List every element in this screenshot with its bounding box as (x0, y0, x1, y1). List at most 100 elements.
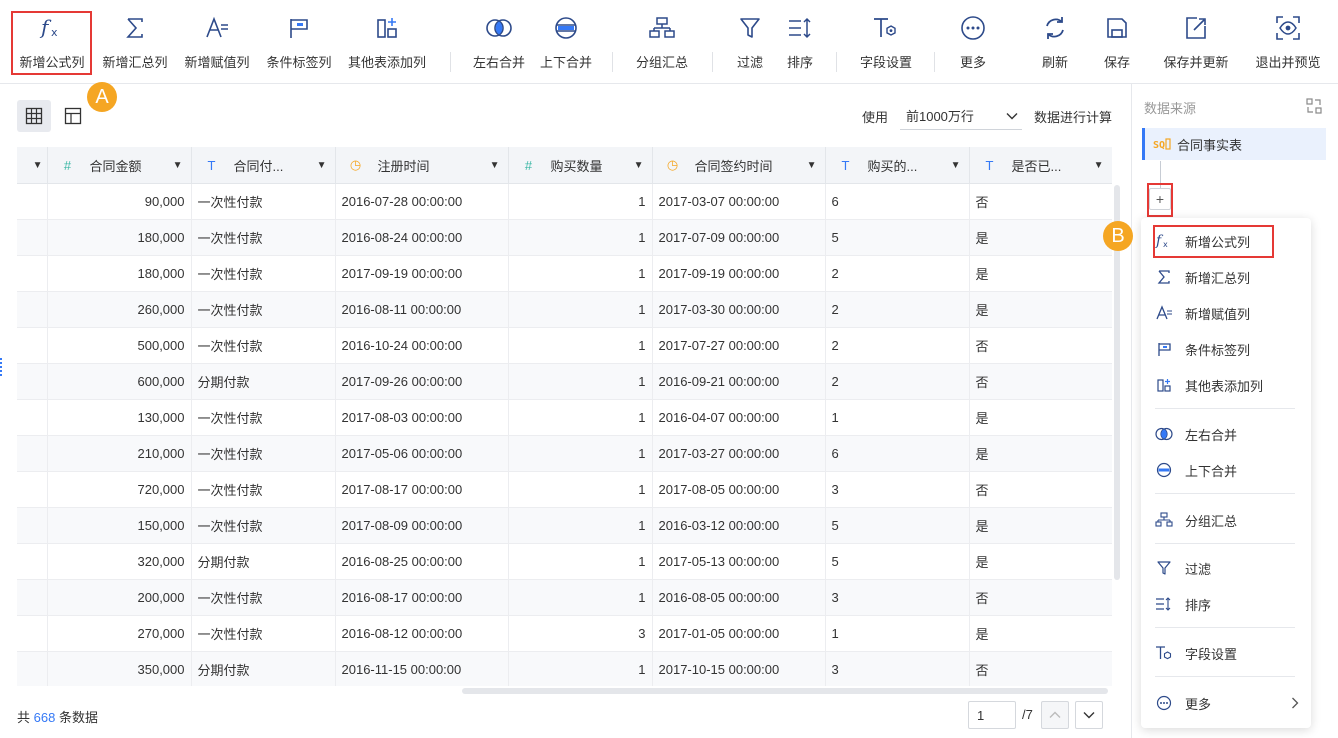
menu-item-filter[interactable]: 过滤 (1141, 550, 1311, 586)
table-cell[interactable]: 2016-08-05 00:00:00 (652, 579, 826, 616)
table-cell[interactable]: 3 (825, 471, 970, 508)
sort-button[interactable]: 排序 (778, 10, 822, 76)
menu-item-field-settings[interactable]: 字段设置 (1141, 635, 1311, 671)
add-summary-column-button[interactable]: 新增汇总列 (96, 10, 174, 76)
table-cell[interactable]: 180,000 (47, 219, 192, 256)
table-cell[interactable]: 2 (825, 327, 970, 364)
table-cell[interactable]: 否 (969, 327, 1112, 364)
table-cell[interactable]: 一次性付款 (191, 399, 336, 436)
table-cell[interactable]: 5 (825, 219, 970, 256)
table-cell[interactable]: 200,000 (47, 579, 192, 616)
refresh-button[interactable]: 刷新 (1032, 10, 1078, 76)
table-cell[interactable]: 2017-05-13 00:00:00 (652, 543, 826, 580)
table-cell[interactable]: 2016-09-21 00:00:00 (652, 363, 826, 400)
table-cell[interactable]: 2017-08-03 00:00:00 (335, 399, 509, 436)
table-cell[interactable]: 分期付款 (191, 651, 336, 686)
table-cell[interactable]: 90,000 (47, 183, 192, 220)
table-cell[interactable]: 是 (969, 255, 1112, 292)
table-cell[interactable] (17, 615, 48, 652)
table-cell[interactable]: 210,000 (47, 435, 192, 472)
table-cell[interactable]: 一次性付款 (191, 183, 336, 220)
table-cell[interactable]: 350,000 (47, 651, 192, 686)
add-column-from-other-table-button[interactable]: 其他表添加列 (342, 10, 432, 76)
column-header[interactable]: ◷ 注册时间 ▼ (335, 147, 509, 184)
add-formula-column-button[interactable]: fx 新增公式列 (12, 10, 92, 76)
table-cell[interactable]: 2017-08-05 00:00:00 (652, 471, 826, 508)
data-source-node[interactable]: SQ 合同事实表 (1142, 128, 1326, 160)
menu-item-add-assign-column[interactable]: 新增赋值列 (1141, 295, 1311, 331)
row-limit-select[interactable]: 前1000万行 (899, 102, 1022, 130)
table-cell[interactable]: 2017-07-27 00:00:00 (652, 327, 826, 364)
table-cell[interactable] (17, 579, 48, 616)
table-cell[interactable]: 2017-09-19 00:00:00 (335, 255, 509, 292)
column-menu-caret-icon[interactable]: ▼ (490, 160, 500, 171)
table-cell[interactable]: 1 (508, 579, 653, 616)
table-cell[interactable]: 6 (825, 183, 970, 220)
table-cell[interactable]: 3 (825, 579, 970, 616)
table-cell[interactable] (17, 219, 48, 256)
column-menu-caret-icon[interactable]: ▼ (317, 160, 327, 171)
column-header[interactable]: T 合同付... ▼ (191, 147, 336, 184)
table-cell[interactable]: 2017-03-07 00:00:00 (652, 183, 826, 220)
column-header[interactable]: # 合同金额 ▼ (47, 147, 192, 184)
menu-item-merge-horizontal[interactable]: 左右合并 (1141, 416, 1311, 452)
table-cell[interactable]: 1 (508, 219, 653, 256)
table-cell[interactable]: 2016-04-07 00:00:00 (652, 399, 826, 436)
table-cell[interactable]: 2017-10-15 00:00:00 (652, 651, 826, 686)
menu-item-merge-vertical[interactable]: 上下合并 (1141, 452, 1311, 488)
table-cell[interactable]: 一次性付款 (191, 579, 336, 616)
table-cell[interactable]: 否 (969, 579, 1112, 616)
table-cell[interactable] (17, 471, 48, 508)
table-cell[interactable]: 1 (508, 183, 653, 220)
menu-item-add-column-other-table[interactable]: 其他表添加列 (1141, 367, 1311, 403)
table-cell[interactable] (17, 327, 48, 364)
table-cell[interactable]: 1 (508, 471, 653, 508)
table-cell[interactable]: 270,000 (47, 615, 192, 652)
table-cell[interactable]: 一次性付款 (191, 471, 336, 508)
table-cell[interactable]: 1 (508, 363, 653, 400)
column-header[interactable]: # 购买数量 ▼ (508, 147, 653, 184)
table-cell[interactable]: 2017-08-09 00:00:00 (335, 507, 509, 544)
table-cell[interactable]: 否 (969, 363, 1112, 400)
table-cell[interactable]: 2016-08-17 00:00:00 (335, 579, 509, 616)
table-cell[interactable]: 1 (508, 507, 653, 544)
table-cell[interactable]: 1 (825, 399, 970, 436)
table-cell[interactable]: 500,000 (47, 327, 192, 364)
table-cell[interactable]: 是 (969, 219, 1112, 256)
table-cell[interactable]: 否 (969, 651, 1112, 686)
table-cell[interactable]: 一次性付款 (191, 327, 336, 364)
table-cell[interactable]: 是 (969, 435, 1112, 472)
table-cell[interactable]: 2016-03-12 00:00:00 (652, 507, 826, 544)
menu-item-sort[interactable]: 排序 (1141, 586, 1311, 622)
table-cell[interactable]: 3 (825, 651, 970, 686)
column-header[interactable]: ◷ 合同签约时间 ▼ (652, 147, 826, 184)
grid-view-button[interactable] (17, 100, 51, 132)
save-and-update-button[interactable]: 保存并更新 (1158, 10, 1234, 76)
prev-page-button[interactable] (1041, 701, 1069, 729)
table-cell[interactable]: 1 (508, 327, 653, 364)
table-cell[interactable]: 是 (969, 543, 1112, 580)
table-cell[interactable]: 是 (969, 615, 1112, 652)
table-cell[interactable]: 1 (508, 399, 653, 436)
table-cell[interactable]: 2017-03-27 00:00:00 (652, 435, 826, 472)
condition-tag-column-button[interactable]: 条件标签列 (260, 10, 338, 76)
table-cell[interactable]: 1 (508, 291, 653, 328)
layout-view-button[interactable] (56, 100, 90, 132)
menu-item-add-summary-column[interactable]: 新增汇总列 (1141, 259, 1311, 295)
table-cell[interactable]: 一次性付款 (191, 507, 336, 544)
column-menu-caret-icon[interactable]: ▼ (807, 160, 817, 171)
field-settings-button[interactable]: 字段设置 (852, 10, 920, 76)
table-cell[interactable]: 否 (969, 471, 1112, 508)
collapse-handle[interactable] (0, 358, 3, 376)
table-cell[interactable]: 130,000 (47, 399, 192, 436)
column-header[interactable]: ▼ (17, 147, 48, 184)
table-cell[interactable] (17, 507, 48, 544)
table-cell[interactable]: 2 (825, 363, 970, 400)
table-cell[interactable]: 2 (825, 255, 970, 292)
table-cell[interactable]: 2016-07-28 00:00:00 (335, 183, 509, 220)
column-menu-caret-icon[interactable]: ▼ (1094, 160, 1104, 171)
table-cell[interactable]: 2 (825, 291, 970, 328)
exit-and-preview-button[interactable]: 退出并预览 (1250, 10, 1326, 76)
table-cell[interactable]: 是 (969, 291, 1112, 328)
table-cell[interactable]: 1 (508, 651, 653, 686)
